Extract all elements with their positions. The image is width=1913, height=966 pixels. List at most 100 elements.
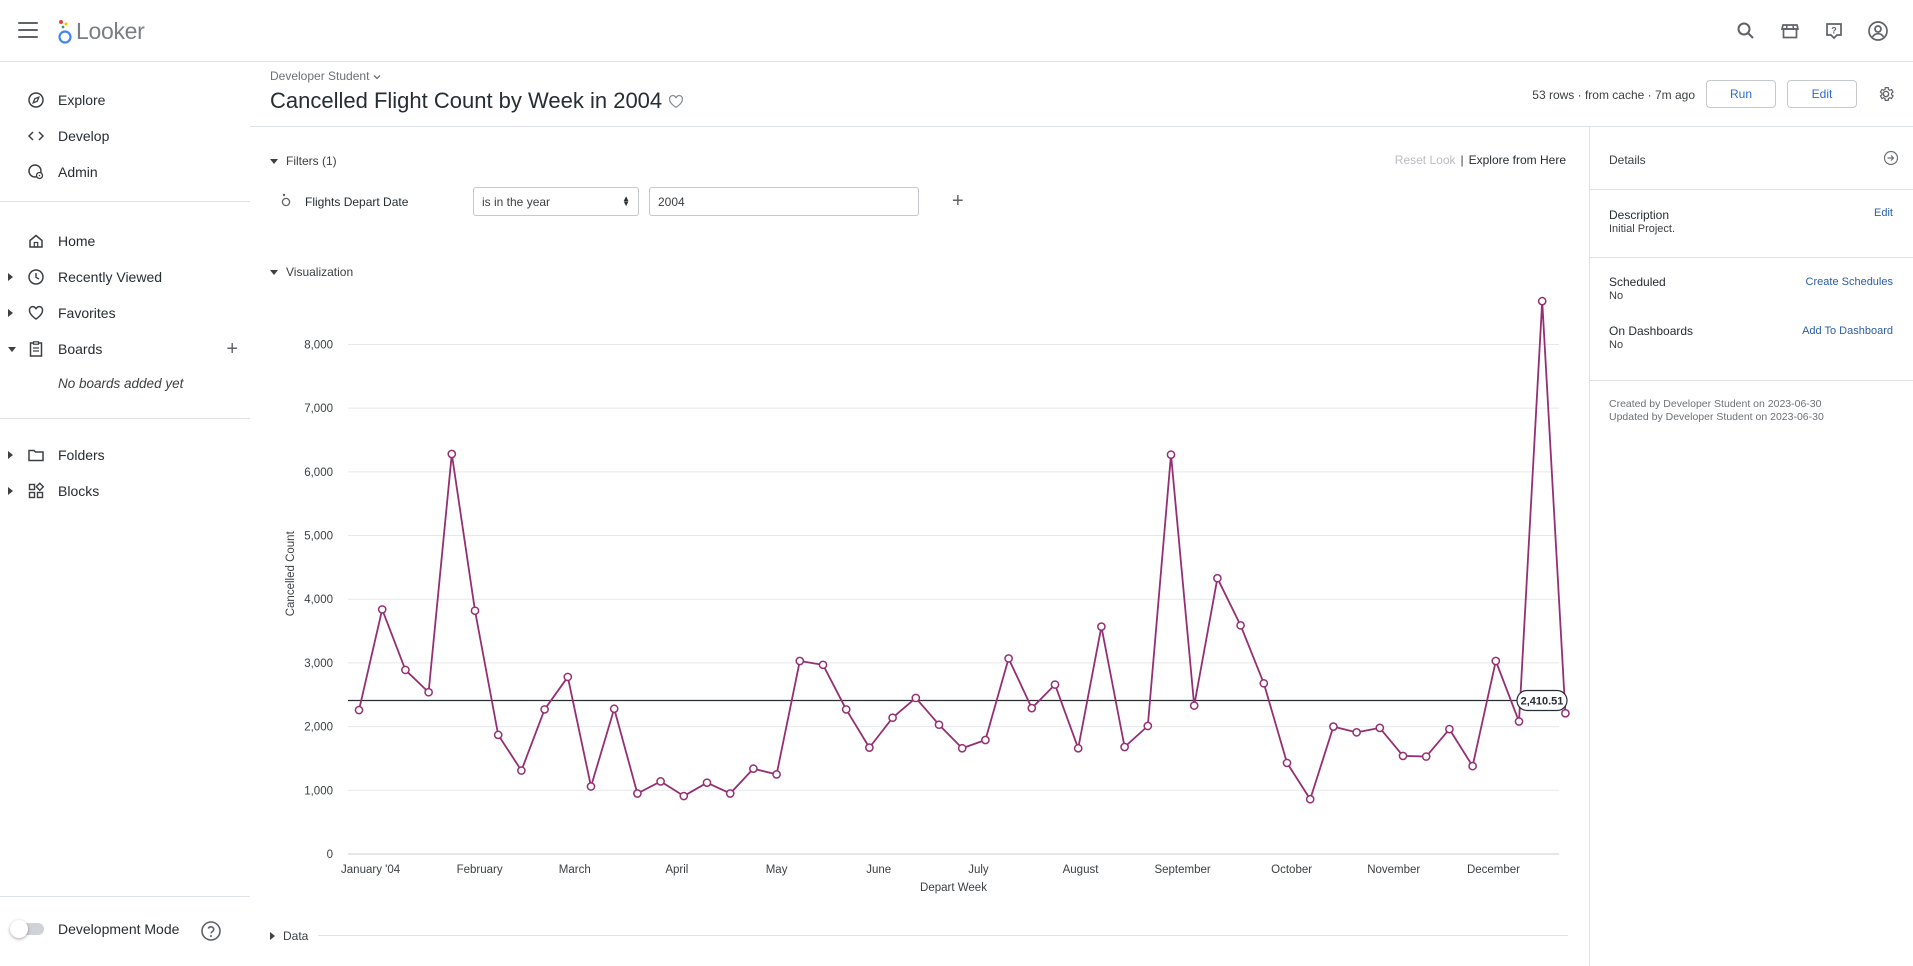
data-point bbox=[1445, 724, 1454, 734]
looker-logo[interactable]: Looker bbox=[56, 18, 145, 45]
y-tick-label: 3,000 bbox=[304, 658, 333, 670]
breadcrumb[interactable]: Developer Student bbox=[270, 69, 381, 83]
favorite-heart-icon[interactable] bbox=[668, 94, 684, 112]
breadcrumb-folder: Developer Student bbox=[270, 69, 370, 83]
data-point bbox=[609, 704, 619, 714]
svg-text:?: ? bbox=[1831, 26, 1837, 36]
development-mode: Development Mode bbox=[10, 920, 179, 938]
data-point bbox=[1468, 761, 1477, 771]
x-tick-label: May bbox=[766, 864, 788, 876]
account-icon[interactable] bbox=[1865, 18, 1891, 44]
sidebar-item-develop[interactable]: Develop bbox=[0, 120, 250, 152]
data-point bbox=[1213, 573, 1222, 583]
x-tick-label: September bbox=[1154, 864, 1210, 876]
home-icon bbox=[26, 231, 46, 251]
sidebar-item-label: Explore bbox=[58, 92, 106, 108]
data-point bbox=[1375, 723, 1385, 733]
data-point bbox=[1491, 656, 1501, 666]
development-mode-toggle[interactable] bbox=[10, 920, 48, 938]
clock-icon bbox=[26, 267, 46, 287]
look-content: Filters (1) Reset Look | Explore from Here… bbox=[250, 127, 1589, 966]
data-point bbox=[795, 656, 805, 666]
details-divider bbox=[1590, 257, 1913, 258]
compass-icon bbox=[26, 90, 46, 110]
menu-icon[interactable] bbox=[18, 22, 38, 38]
x-tick-label: June bbox=[866, 864, 891, 876]
sidebar-item-explore[interactable]: Explore bbox=[0, 84, 250, 116]
on-dashboards-label: On Dashboards bbox=[1609, 324, 1694, 338]
data-point bbox=[540, 705, 549, 714]
folder-icon bbox=[26, 445, 46, 465]
sidebar-item-favorites[interactable]: Favorites bbox=[0, 297, 250, 329]
y-tick-label: 2,000 bbox=[304, 722, 333, 734]
edit-description-link[interactable]: Edit bbox=[1874, 207, 1893, 219]
expand-caret-icon[interactable] bbox=[8, 309, 13, 317]
marketplace-icon[interactable] bbox=[1777, 18, 1803, 44]
collapse-caret-icon[interactable] bbox=[8, 347, 16, 352]
y-tick-label: 7,000 bbox=[304, 403, 333, 415]
x-tick-label: November bbox=[1367, 864, 1420, 876]
data-point bbox=[772, 770, 781, 779]
looker-logo-mark-icon bbox=[58, 19, 72, 44]
x-axis-title: Depart Week bbox=[920, 882, 987, 894]
create-schedules-link[interactable]: Create Schedules bbox=[1806, 276, 1893, 288]
sidebar-item-admin[interactable]: Admin bbox=[0, 156, 250, 188]
data-point bbox=[633, 789, 642, 798]
data-section-divider bbox=[318, 935, 1568, 936]
data-point bbox=[1120, 742, 1129, 752]
x-tick-label: January '04 bbox=[341, 864, 401, 876]
x-tick-label: October bbox=[1271, 864, 1312, 876]
add-board-button[interactable]: + bbox=[226, 339, 238, 359]
details-divider bbox=[1590, 380, 1913, 381]
expand-caret-icon[interactable] bbox=[8, 273, 13, 281]
sidebar-item-label: Admin bbox=[58, 164, 98, 180]
data-point bbox=[1305, 794, 1315, 804]
data-point bbox=[1027, 703, 1037, 713]
data-point bbox=[1050, 680, 1060, 689]
expand-caret-icon[interactable] bbox=[8, 451, 13, 459]
data-point bbox=[1189, 701, 1199, 710]
sidebar-item-folders[interactable]: Folders bbox=[0, 439, 250, 471]
sidebar-item-boards[interactable]: Boards + bbox=[0, 333, 250, 365]
gear-icon[interactable] bbox=[1877, 85, 1895, 106]
data-point bbox=[563, 672, 573, 682]
data-point bbox=[1143, 721, 1153, 731]
search-icon[interactable] bbox=[1733, 18, 1759, 44]
help-circle-icon[interactable] bbox=[200, 920, 221, 941]
sidebar-item-recently-viewed[interactable]: Recently Viewed bbox=[0, 261, 250, 293]
data-point bbox=[493, 730, 503, 740]
data-point bbox=[401, 665, 410, 675]
expand-caret-icon[interactable] bbox=[8, 487, 13, 495]
description-value: Initial Project. bbox=[1609, 223, 1676, 235]
data-point bbox=[911, 693, 921, 703]
data-point bbox=[865, 743, 874, 752]
data-point bbox=[377, 605, 387, 614]
data-section-toggle[interactable]: Data bbox=[270, 929, 308, 943]
data-point bbox=[1352, 727, 1361, 737]
y-tick-label: 5,000 bbox=[304, 531, 333, 543]
sidebar-item-blocks[interactable]: Blocks bbox=[0, 475, 250, 507]
data-point bbox=[1166, 450, 1176, 459]
heart-icon bbox=[26, 303, 46, 323]
sidebar-item-label: Favorites bbox=[58, 305, 116, 321]
updated-by-text: Updated by Developer Student on 2023-06-… bbox=[1609, 411, 1824, 423]
data-point bbox=[470, 606, 480, 616]
sidebar-item-label: Boards bbox=[58, 341, 103, 357]
data-point bbox=[1398, 751, 1408, 761]
data-point bbox=[957, 743, 967, 753]
data-point bbox=[888, 713, 897, 723]
data-point bbox=[981, 735, 990, 745]
data-point bbox=[1329, 722, 1338, 731]
data-point bbox=[725, 789, 735, 798]
sidebar-item-label: Recently Viewed bbox=[58, 269, 163, 285]
data-point bbox=[702, 778, 712, 788]
run-button[interactable]: Run bbox=[1706, 80, 1776, 108]
collapse-panel-icon[interactable] bbox=[1883, 150, 1899, 169]
reference-line-label: 2,410.51 bbox=[1521, 695, 1564, 707]
edit-button[interactable]: Edit bbox=[1787, 80, 1857, 108]
details-header: Details bbox=[1590, 127, 1913, 190]
help-icon[interactable]: ? bbox=[1821, 18, 1847, 44]
sidebar-item-home[interactable]: Home bbox=[0, 225, 250, 257]
add-to-dashboard-link[interactable]: Add To Dashboard bbox=[1802, 325, 1893, 337]
scheduled-value: No bbox=[1609, 290, 1624, 302]
